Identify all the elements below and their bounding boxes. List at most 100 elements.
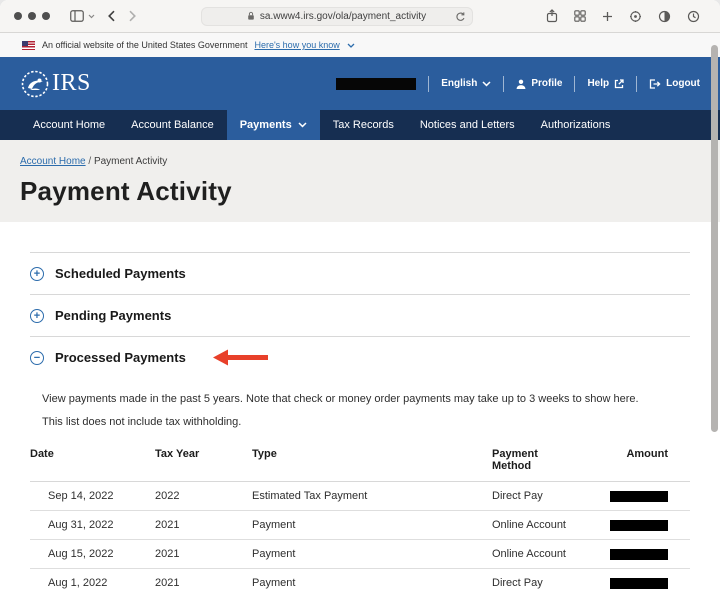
share-icon[interactable]	[546, 9, 558, 23]
header-divider	[503, 75, 505, 92]
processed-payments-panel: View payments made in the past 5 years. …	[30, 378, 690, 594]
table-cell-tax-year: 2022	[155, 482, 252, 511]
col-header-tax-year: Tax Year	[155, 443, 252, 482]
accordion-label[interactable]: Pending Payments	[55, 308, 171, 323]
table-cell-date: Aug 1, 2022	[30, 569, 155, 594]
page-title: Payment Activity	[20, 176, 232, 206]
table-cell-tax-year: 2021	[155, 569, 252, 594]
table-cell-tax-year: 2021	[155, 540, 252, 569]
browser-window: sa.www4.irs.gov/ola/payment_activity An …	[0, 0, 720, 594]
logout-label: Logout	[666, 78, 700, 89]
expand-plus-icon[interactable]: +	[30, 266, 44, 281]
breadcrumb-current: Payment Activity	[93, 156, 168, 167]
payments-table: Date Tax Year Type Payment Method Amount…	[30, 443, 690, 594]
irs-eagle-icon	[20, 69, 50, 99]
col-header-payment-method: Payment Method	[492, 443, 610, 482]
gov-banner-text: An official website of the United States…	[42, 40, 248, 50]
main-nav: Account Home Account Balance Payments Ta…	[0, 110, 720, 140]
chevron-down-icon	[298, 122, 307, 128]
col-header-type: Type	[252, 443, 492, 482]
table-cell-type: Payment	[252, 540, 492, 569]
tab-grid-icon[interactable]	[574, 10, 586, 22]
breadcrumb-account-home-link[interactable]: Account Home	[20, 156, 86, 167]
accordion-pending-payments[interactable]: + Pending Payments	[30, 294, 690, 336]
table-cell-amount	[610, 540, 690, 569]
breadcrumb-separator: /	[88, 156, 92, 167]
sidebar-icon[interactable]	[70, 10, 84, 22]
forward-button[interactable]	[128, 10, 137, 22]
address-bar[interactable]: sa.www4.irs.gov/ola/payment_activity	[200, 6, 473, 26]
irs-logo-text: IRS	[52, 70, 91, 96]
nav-item-payments[interactable]: Payments	[226, 110, 320, 140]
col-header-date: Date	[30, 443, 155, 482]
irs-header: IRS English Profile Help Logout	[0, 57, 720, 110]
language-selector[interactable]: English	[441, 78, 491, 89]
table-cell-method: Online Account	[492, 540, 610, 569]
window-controls[interactable]	[14, 12, 50, 20]
amount-redacted	[610, 577, 668, 589]
clock-icon[interactable]	[687, 10, 700, 23]
external-link-icon	[614, 78, 624, 88]
refresh-icon[interactable]	[455, 11, 466, 23]
amount-redacted	[610, 548, 668, 560]
table-cell-date: Sep 14, 2022	[30, 482, 155, 511]
amount-redacted	[610, 519, 668, 531]
main-content: + Scheduled Payments + Pending Payments …	[0, 222, 720, 594]
processed-note: This list does not include tax withholdi…	[42, 416, 242, 428]
table-cell-tax-year: 2021	[155, 511, 252, 540]
accordion-label[interactable]: Scheduled Payments	[55, 266, 186, 281]
accordion-label[interactable]: Processed Payments	[55, 350, 186, 365]
logout-icon	[649, 78, 661, 89]
table-cell-amount	[610, 569, 690, 594]
amount-redacted	[610, 490, 668, 502]
settings-icon[interactable]	[629, 10, 642, 23]
sidebar-chevron-icon[interactable]	[88, 14, 95, 19]
header-divider	[574, 75, 576, 92]
table-cell-type: Payment	[252, 569, 492, 594]
breadcrumb: Account Home / Payment Activity	[20, 156, 720, 167]
nav-item-notices-and-letters[interactable]: Notices and Letters	[407, 110, 528, 140]
table-cell-method: Direct Pay	[492, 569, 610, 594]
nav-item-tax-records[interactable]: Tax Records	[320, 110, 407, 140]
nav-item-account-balance[interactable]: Account Balance	[118, 110, 227, 140]
accordion-processed-payments[interactable]: − Processed Payments	[30, 336, 690, 378]
how-you-know-link[interactable]: Here's how you know	[254, 40, 339, 50]
table-cell-type: Estimated Tax Payment	[252, 482, 492, 511]
person-icon	[516, 79, 526, 89]
table-cell-date: Aug 31, 2022	[30, 511, 155, 540]
username-redacted	[336, 77, 417, 90]
logout-button[interactable]: Logout	[649, 78, 700, 89]
help-button[interactable]: Help	[587, 78, 624, 89]
banner-chevron-down-icon[interactable]	[347, 43, 355, 48]
url-text: sa.www4.irs.gov/ola/payment_activity	[259, 10, 427, 22]
header-divider	[636, 75, 638, 92]
header-divider	[428, 75, 430, 92]
irs-logo[interactable]: IRS	[20, 69, 91, 99]
collapse-minus-icon[interactable]: −	[30, 350, 44, 365]
table-cell-type: Payment	[252, 511, 492, 540]
back-button[interactable]	[107, 10, 116, 22]
profile-label: Profile	[531, 78, 563, 89]
table-cell-method: Online Account	[492, 511, 610, 540]
nav-item-payments-label: Payments	[239, 119, 292, 131]
language-label: English	[441, 78, 478, 89]
nav-item-authorizations[interactable]: Authorizations	[528, 110, 624, 140]
contrast-icon[interactable]	[658, 10, 671, 23]
browser-toolbar: sa.www4.irs.gov/ola/payment_activity	[0, 0, 720, 33]
profile-button[interactable]: Profile	[516, 78, 562, 89]
scrollbar-thumb[interactable]	[711, 45, 718, 432]
table-cell-amount	[610, 482, 690, 511]
table-cell-method: Direct Pay	[492, 482, 610, 511]
expand-plus-icon[interactable]: +	[30, 308, 44, 323]
table-cell-date: Aug 15, 2022	[30, 540, 155, 569]
page-header-band: Account Home / Payment Activity Payment …	[0, 140, 720, 222]
new-tab-icon[interactable]	[602, 11, 613, 22]
annotation-arrow-icon	[212, 349, 269, 366]
accordion-scheduled-payments[interactable]: + Scheduled Payments	[30, 252, 690, 294]
table-cell-amount	[610, 511, 690, 540]
nav-item-account-home[interactable]: Account Home	[20, 110, 118, 140]
processed-description: View payments made in the past 5 years. …	[42, 393, 639, 405]
col-header-amount: Amount	[610, 443, 690, 482]
chevron-down-icon	[482, 80, 491, 86]
help-label: Help	[587, 78, 610, 89]
